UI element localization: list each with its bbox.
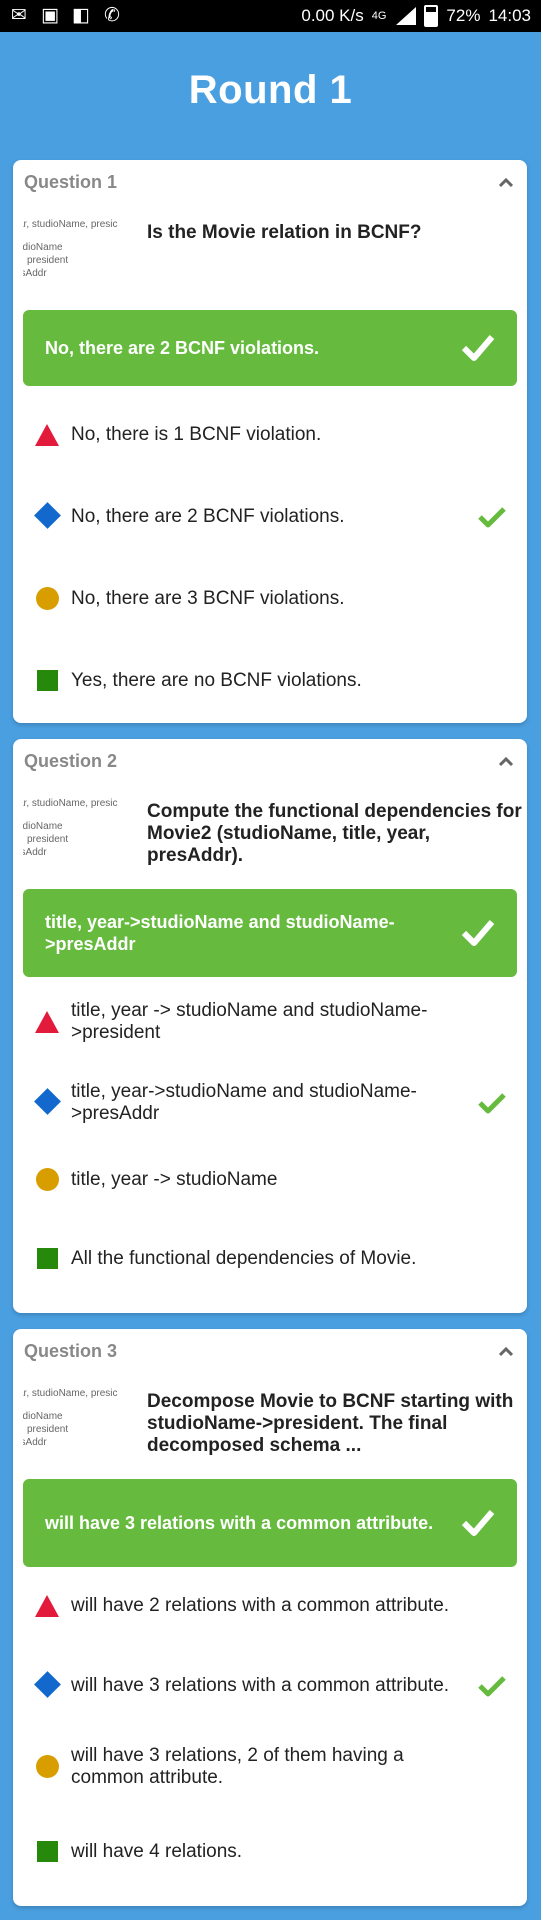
- answer-option-circle[interactable]: No, there are 3 BCNF violations.: [23, 574, 517, 624]
- square-icon: [23, 668, 71, 694]
- chevron-up-icon[interactable]: [499, 755, 513, 769]
- answer-option-triangle[interactable]: will have 2 relations with a common attr…: [23, 1581, 517, 1631]
- diamond-icon: [23, 502, 71, 530]
- answer-option-triangle[interactable]: No, there is 1 BCNF violation.: [23, 410, 517, 460]
- network-speed: 0.00 K/s: [301, 6, 364, 25]
- correct-answer-text: will have 3 relations with a common attr…: [45, 1513, 434, 1533]
- correct-answer-text: No, there are 2 BCNF violations.: [45, 338, 320, 358]
- correct-answer-banner: No, there are 2 BCNF violations.: [23, 310, 517, 386]
- question-thumbnail: ar, studioName, presic udioName presiden…: [23, 1388, 118, 1448]
- gmail-icon: ✉: [11, 5, 27, 26]
- question-card-1: Question 1 ar, studioName, presic udioNa…: [13, 160, 527, 723]
- check-icon: [461, 335, 495, 361]
- triangle-icon: [23, 1593, 71, 1619]
- check-icon: [461, 1510, 495, 1536]
- clock: 14:03: [488, 6, 531, 25]
- answer-option-square[interactable]: Yes, there are no BCNF violations.: [23, 656, 517, 706]
- question-label: Question 2: [24, 751, 118, 771]
- question-label: Question 1: [24, 172, 118, 192]
- check-icon: [478, 1093, 506, 1114]
- question-text: Is the Movie relation in BCNF?: [147, 222, 422, 243]
- square-icon: [23, 1839, 71, 1865]
- diamond-icon: [23, 1088, 71, 1116]
- question-card-2: Question 2 ar, studioName, presic udioNa…: [13, 739, 527, 1313]
- question-thumbnail: ar, studioName, presic udioName presiden…: [23, 219, 118, 279]
- chevron-up-icon[interactable]: [499, 1345, 513, 1359]
- answer-option-square[interactable]: All the functional dependencies of Movie…: [23, 1234, 517, 1284]
- correct-answer-banner: will have 3 relations with a common attr…: [23, 1479, 517, 1567]
- check-icon: [478, 507, 506, 528]
- answer-option-triangle[interactable]: title, year -> studioName and studioName…: [23, 992, 517, 1052]
- battery-icon: [424, 5, 439, 27]
- correct-answer-text: title, year->studioName and studioName->…: [45, 912, 395, 954]
- answer-option-diamond[interactable]: title, year->studioName and studioName->…: [23, 1073, 517, 1133]
- answer-option-circle[interactable]: will have 3 relations, 2 of them having …: [23, 1737, 517, 1797]
- question-text: Decompose Movie to BCNF starting with st…: [147, 1391, 514, 1456]
- answer-option-diamond[interactable]: No, there are 2 BCNF violations.: [23, 492, 517, 542]
- answer-option-diamond[interactable]: will have 3 relations with a common attr…: [23, 1656, 517, 1716]
- answer-option-circle[interactable]: title, year -> studioName: [23, 1155, 517, 1205]
- check-icon: [478, 1676, 506, 1697]
- answer-option-square[interactable]: will have 4 relations.: [23, 1827, 517, 1877]
- status-bar: ✉ ▣ ◧ ✆ 0.00 K/s 4G 72% 14:03: [0, 0, 541, 32]
- triangle-icon: [23, 422, 71, 448]
- battery-level: 72%: [446, 6, 481, 25]
- correct-answer-banner: title, year->studioName and studioName->…: [23, 889, 517, 977]
- square-icon: [23, 1246, 71, 1272]
- round-title: Round 1: [188, 68, 353, 112]
- question-label: Question 3: [24, 1341, 118, 1361]
- circle-icon: [23, 1167, 71, 1193]
- image-icon: ▣: [41, 5, 59, 26]
- question-text: Compute the functional dependencies for …: [147, 801, 522, 866]
- circle-icon: [23, 1754, 71, 1780]
- signal-icon: [394, 7, 417, 25]
- check-icon: [461, 920, 495, 946]
- diamond-icon: [23, 1671, 71, 1699]
- triangle-icon: [23, 1009, 71, 1035]
- chevron-up-icon[interactable]: [499, 176, 513, 190]
- circle-icon: [23, 586, 71, 612]
- image-location-icon: ◧: [72, 5, 90, 26]
- question-thumbnail: ar, studioName, presic udioName presiden…: [23, 798, 118, 858]
- network-type: 4G: [371, 10, 387, 22]
- question-card-3: Question 3 ar, studioName, presic udioNa…: [13, 1329, 527, 1906]
- whatsapp-icon: ✆: [104, 5, 120, 26]
